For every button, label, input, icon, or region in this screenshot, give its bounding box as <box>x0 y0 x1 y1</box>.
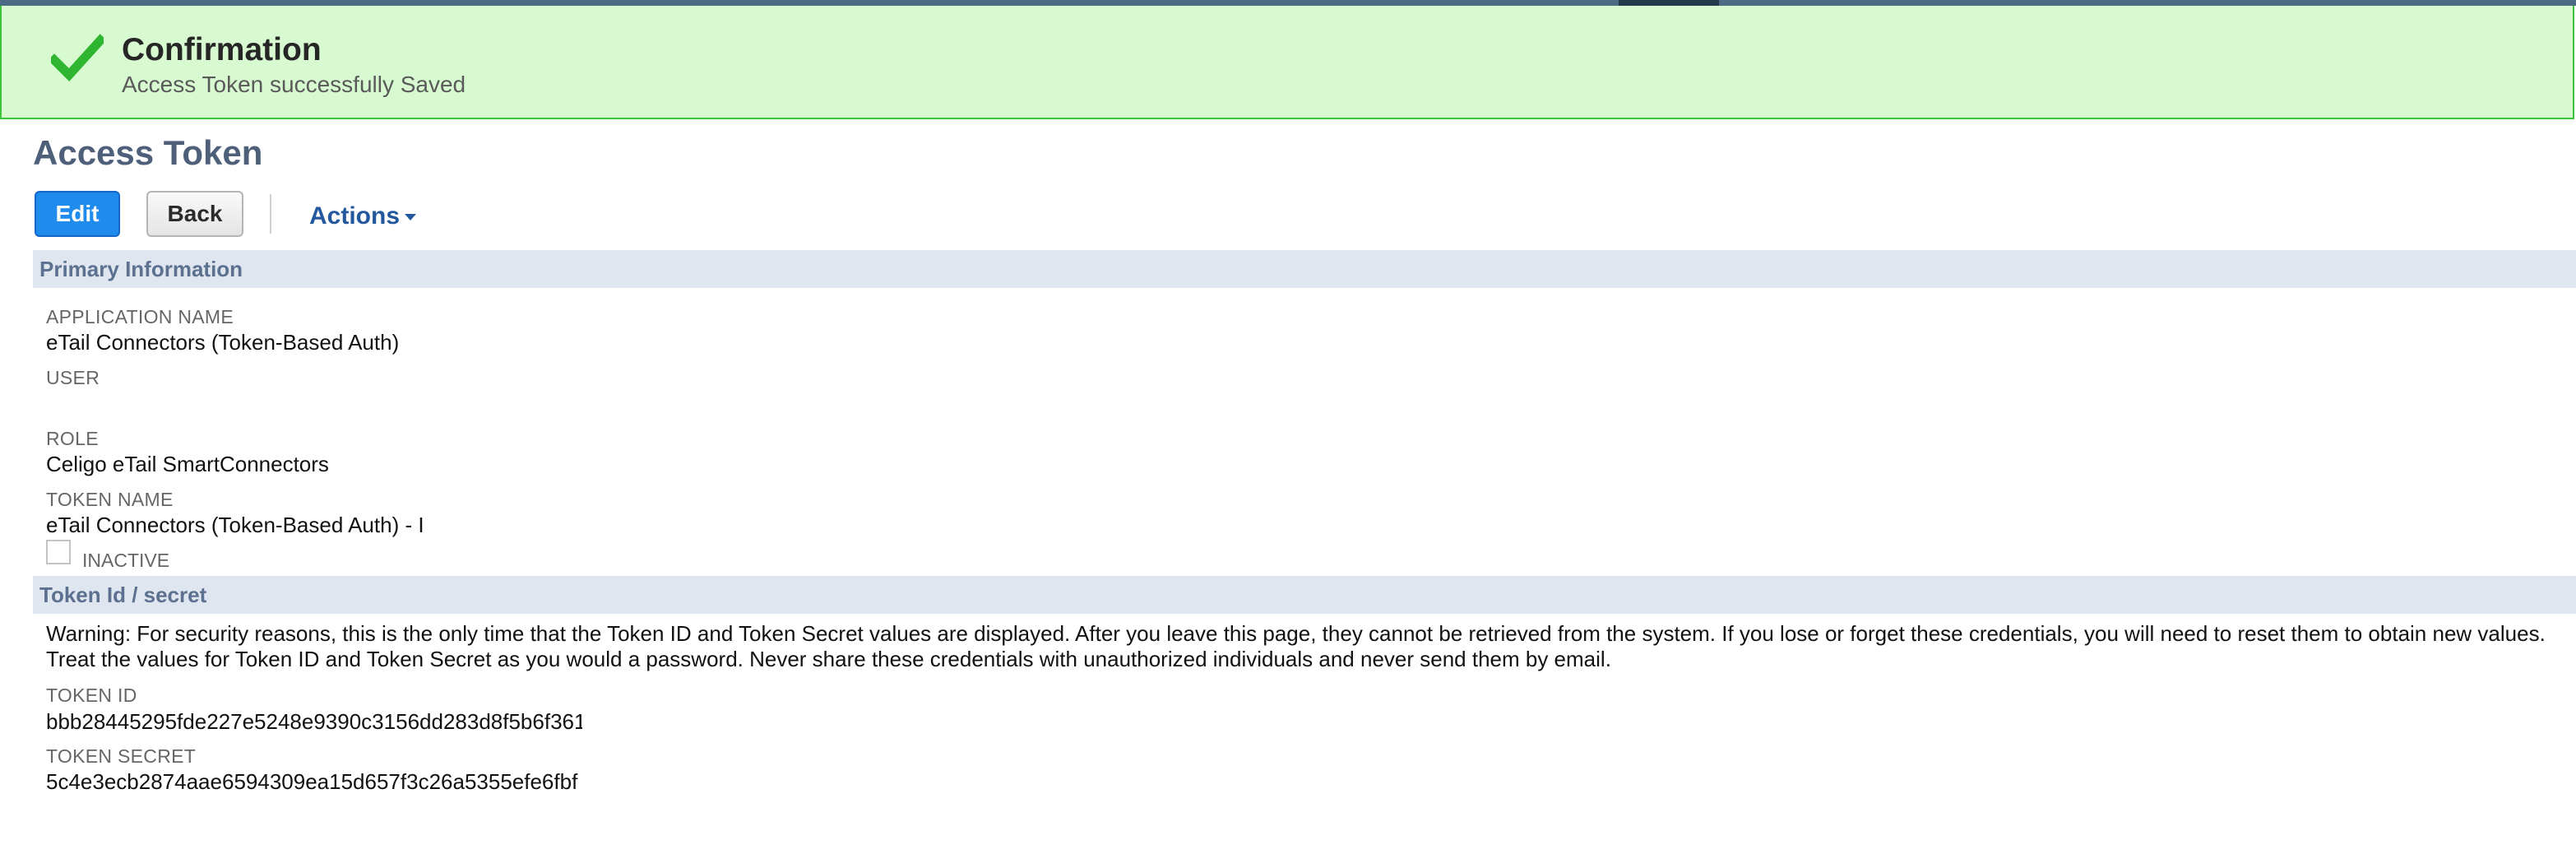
token-secret-value: 5c4e3ecb2874aae6594309ea15d657f3c26a5355… <box>46 769 578 794</box>
token-secret-header: Token Id / secret <box>33 576 2576 614</box>
confirmation-message: Access Token successfully Saved <box>122 72 466 97</box>
token-name-value: eTail Connectors (Token-Based Auth) - I <box>46 513 424 537</box>
caret-down-icon <box>405 214 417 221</box>
confirmation-title: Confirmation <box>122 32 322 67</box>
toolbar-divider <box>270 194 271 234</box>
inactive-checkbox[interactable] <box>46 540 71 564</box>
checkmark-icon <box>51 34 104 81</box>
application-name-value: eTail Connectors (Token-Based Auth) <box>46 330 400 355</box>
role-value: Celigo eTail SmartConnectors <box>46 452 329 476</box>
application-name-label: APPLICATION NAME <box>46 306 234 327</box>
active-tab-indicator <box>1619 0 1719 6</box>
token-secret-label: TOKEN SECRET <box>46 745 197 767</box>
token-id-value: bbb28445295fde227e5248e9390c3156dd283d8f… <box>46 709 582 734</box>
security-warning: Warning: For security reasons, this is t… <box>46 621 2546 671</box>
role-label: ROLE <box>46 428 99 449</box>
token-id-label: TOKEN ID <box>46 685 137 706</box>
actions-label: Actions <box>309 202 401 230</box>
primary-information-header: Primary Information <box>33 250 2576 288</box>
inactive-label: INACTIVE <box>82 550 170 571</box>
user-label: USER <box>46 367 100 388</box>
section-title: Token Id / secret <box>39 582 207 607</box>
back-button[interactable]: Back <box>146 191 243 237</box>
edit-button[interactable]: Edit <box>35 191 120 237</box>
token-name-label: TOKEN NAME <box>46 489 174 510</box>
actions-menu[interactable]: Actions <box>309 202 417 230</box>
section-title: Primary Information <box>39 257 243 281</box>
page-title: Access Token <box>33 133 263 172</box>
confirmation-banner: Confirmation Access Token successfully S… <box>0 6 2574 119</box>
top-nav-strip <box>0 0 2576 6</box>
